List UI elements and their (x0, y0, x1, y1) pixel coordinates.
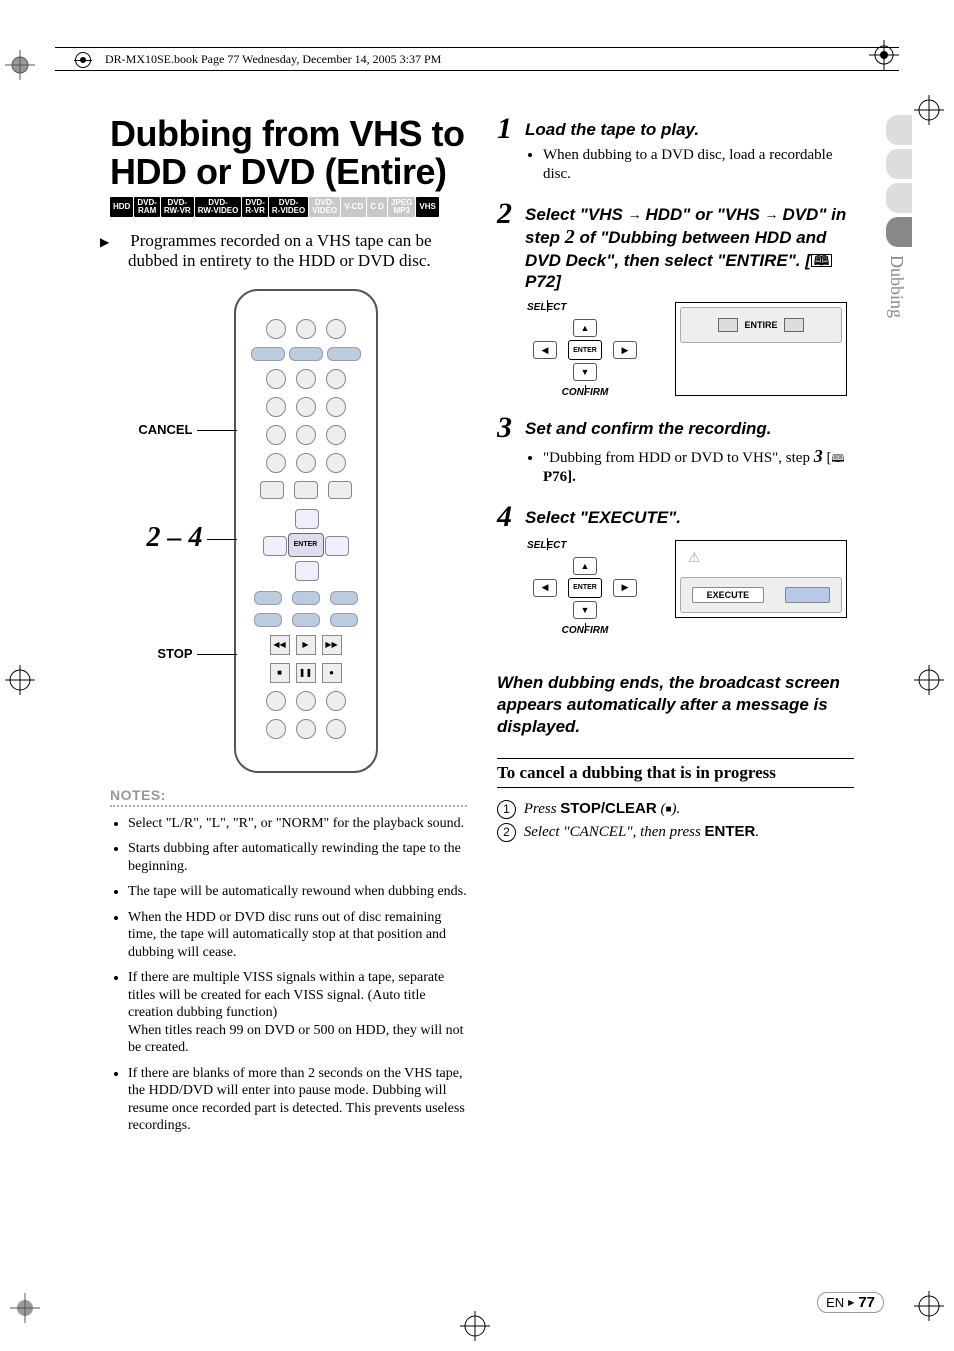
dpad-down-icon: ▼ (573, 601, 597, 619)
media-badge: JPEGMP3 (388, 197, 415, 217)
onscreen-execute-display: ⚠ EXECUTE (675, 540, 847, 618)
crop-mark-icon (914, 665, 944, 695)
footer-language: EN (826, 1295, 844, 1310)
step-number: 3 (497, 414, 519, 441)
remote-callout-cancel: CANCEL (119, 423, 237, 436)
crop-mark-icon (914, 95, 944, 125)
step-number: 1 (497, 115, 519, 142)
note-item: If there are blanks of more than 2 secon… (128, 1065, 467, 1135)
book-ref-icon: 🕮 (831, 454, 844, 465)
arrow-right-icon: → (765, 206, 783, 222)
dubbing-icon (784, 318, 804, 332)
page-footer: EN ▶ 77 (817, 1292, 884, 1313)
remote-callout-stop: STOP (119, 647, 237, 660)
step-title: Load the tape to play. (525, 115, 699, 140)
note-item: If there are multiple VISS signals withi… (128, 969, 467, 1057)
notes-list: Select "L/R", "L", "R", or "NORM" for th… (110, 815, 467, 1135)
step-number: 4 (497, 503, 519, 530)
note-item: Select "L/R", "L", "R", or "NORM" for th… (128, 815, 467, 833)
dpad-up-icon: ▲ (573, 557, 597, 575)
dpad-right-icon: ▶ (613, 341, 637, 359)
step-4: 4 Select "EXECUTE". SELECT ▲ ▼ ◀ ▶ ENTER (497, 503, 854, 636)
media-badge: DVD-RW-VR (161, 197, 194, 217)
cancel-button-placeholder (785, 587, 830, 603)
step-1: 1 Load the tape to play. When dubbing to… (497, 115, 854, 184)
warning-icon: ⚠ (688, 550, 701, 567)
crop-mark-icon (460, 1311, 490, 1341)
dpad-down-icon: ▼ (573, 363, 597, 381)
dotted-divider (110, 805, 467, 807)
book-ref-icon: 🕮 (811, 254, 832, 267)
circled-1-icon: 1 (497, 800, 516, 819)
cancel-step-2: 2 Select "CANCEL", then press ENTER. (497, 823, 854, 842)
media-badge: DVD-VIDEO (309, 197, 340, 217)
dpad-left-icon: ◀ (533, 579, 557, 597)
registration-mark-icon (5, 50, 35, 80)
section-side-tab: Dubbing (880, 115, 912, 318)
entire-label: ENTIRE (744, 320, 777, 330)
notes-heading: NOTES: (110, 787, 467, 803)
bullet-arrow-icon: ▶ (114, 235, 126, 250)
file-info-text: DR-MX10SE.book Page 77 Wednesday, Decemb… (105, 52, 441, 67)
dpad-enter-button: ENTER (568, 578, 602, 598)
step-2: 2 Select "VHS → HDD" or "VHS → DVD" in s… (497, 200, 854, 399)
step-bullet: When dubbing to a DVD disc, load a recor… (543, 146, 854, 184)
remote-stop-button: ■ (270, 663, 290, 683)
media-badge: DVD-R-VR (242, 197, 268, 217)
media-badge: HDD (110, 197, 133, 217)
page-number: 77 (858, 1294, 875, 1311)
media-badge: DVD-RW-VIDEO (195, 197, 242, 217)
crop-mark-icon (5, 665, 35, 695)
onscreen-entire-display: ENTIRE (675, 302, 847, 396)
tab-marker (886, 183, 912, 213)
remote-illustration: ENTER ◀◀▶▶▶ ■❚❚● (129, 289, 449, 779)
note-item: The tape will be automatically rewound w… (128, 883, 467, 901)
dpad-left-icon: ◀ (533, 341, 557, 359)
step-title: Set and confirm the recording. (525, 414, 772, 439)
dpad-up-icon: ▲ (573, 319, 597, 337)
remote-callout-range: 2 – 4 (119, 524, 237, 552)
arrow-right-icon: → (628, 206, 646, 222)
step-number: 2 (497, 200, 519, 227)
media-support-badges: HDDDVD-RAMDVD-RW-VRDVD-RW-VIDEODVD-R-VRD… (110, 197, 467, 217)
step-2-diagram: SELECT ▲ ▼ ◀ ▶ ENTER CONFIRM (515, 302, 854, 398)
crop-mark-icon (914, 1291, 944, 1321)
crop-mark-icon (869, 40, 899, 70)
tab-marker (886, 115, 912, 145)
end-note: When dubbing ends, the broadcast screen … (497, 672, 854, 738)
media-badge: DVD-RAM (134, 197, 160, 217)
circled-2-icon: 2 (497, 823, 516, 842)
intro-paragraph: ▶ Programmes recorded on a VHS tape can … (110, 231, 467, 271)
step-4-diagram: SELECT ▲ ▼ ◀ ▶ ENTER CONFIRM (515, 540, 854, 636)
execute-button-label: EXECUTE (692, 587, 765, 603)
step-title: Select "EXECUTE". (525, 503, 681, 528)
step-bullet: "Dubbing from HDD or DVD to VHS", step 3… (543, 445, 854, 487)
step-3: 3 Set and confirm the recording. "Dubbin… (497, 414, 854, 487)
dpad-right-icon: ▶ (613, 579, 637, 597)
step-title: Select "VHS → HDD" or "VHS → DVD" in ste… (525, 200, 854, 293)
frame-header: DR-MX10SE.book Page 77 Wednesday, Decemb… (55, 47, 899, 71)
media-badge: DVD-R-VIDEO (269, 197, 308, 217)
media-badge: VHS (416, 197, 438, 217)
page-title: Dubbing from VHS to HDD or DVD (Entire) (110, 115, 467, 191)
dubbing-icon (718, 318, 738, 332)
cancel-step-1: 1 Press STOP/CLEAR (■). (497, 800, 854, 819)
note-item: Starts dubbing after automatically rewin… (128, 840, 467, 875)
registration-mark-icon (10, 1293, 40, 1323)
remote-enter-button: ENTER (288, 533, 324, 557)
media-badge: C D (367, 197, 387, 217)
note-item: When the HDD or DVD disc runs out of dis… (128, 909, 467, 962)
intro-text: Programmes recorded on a VHS tape can be… (128, 231, 432, 270)
section-tab-label: Dubbing (886, 255, 907, 318)
tab-marker (886, 149, 912, 179)
cancel-steps: 1 Press STOP/CLEAR (■). 2 Select "CANCEL… (497, 800, 854, 842)
cancel-heading: To cancel a dubbing that is in progress (497, 758, 854, 788)
dpad-enter-button: ENTER (568, 340, 602, 360)
triangle-right-icon: ▶ (848, 1298, 854, 1307)
media-badge: V-CD (341, 197, 366, 217)
tab-marker-active (886, 217, 912, 247)
